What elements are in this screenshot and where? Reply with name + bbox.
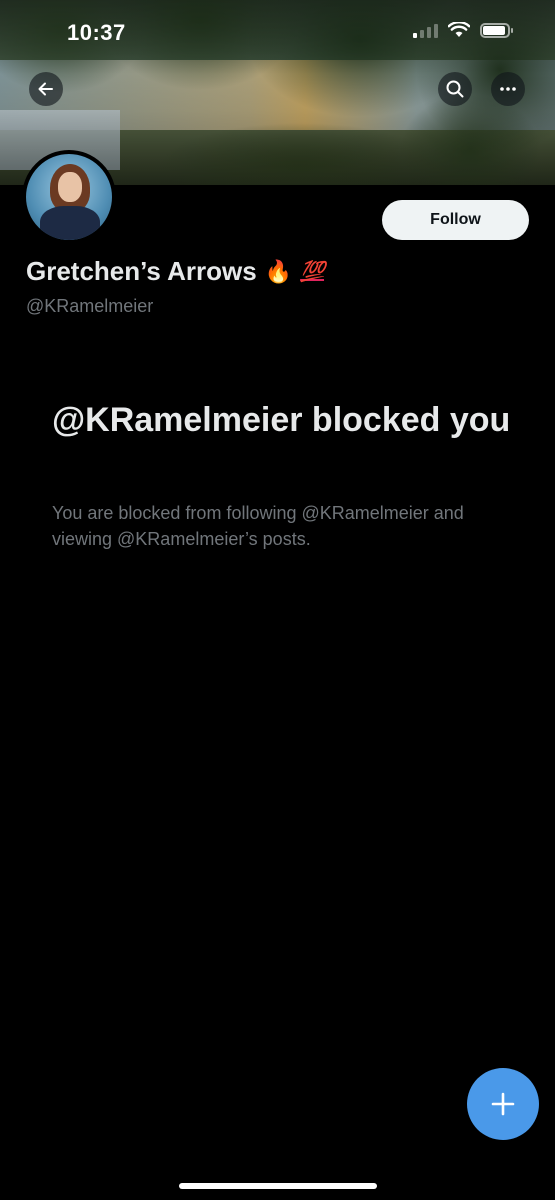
back-button[interactable]	[29, 72, 63, 106]
plus-icon	[491, 1092, 515, 1116]
profile-handle: @KRamelmeier	[26, 296, 154, 316]
status-icons	[413, 22, 513, 38]
blocked-description: You are blocked from following @KRamelme…	[52, 503, 464, 549]
battery-icon	[480, 22, 513, 38]
profile-avatar[interactable]	[22, 150, 116, 244]
more-button[interactable]	[491, 72, 525, 106]
wifi-icon	[448, 22, 470, 37]
hundred-points-emoji-icon: 💯	[300, 261, 325, 283]
fire-emoji-icon: 🔥	[264, 258, 293, 284]
blocked-title: @KRamelmeier blocked you	[52, 401, 511, 439]
more-horizontal-icon	[500, 87, 516, 91]
status-bar: 10:37	[0, 0, 555, 60]
cellular-signal-icon	[413, 22, 438, 38]
search-button[interactable]	[438, 72, 472, 106]
display-name-text: Gretchen’s Arrows	[26, 256, 257, 286]
compose-post-button[interactable]	[467, 1068, 539, 1140]
display-name: Gretchen’s Arrows 🔥 💯	[26, 256, 325, 287]
follow-button[interactable]: Follow	[382, 200, 529, 240]
home-indicator[interactable]	[179, 1183, 377, 1189]
arrow-left-icon	[38, 82, 53, 96]
search-icon	[446, 80, 464, 98]
status-time: 10:37	[67, 20, 126, 45]
